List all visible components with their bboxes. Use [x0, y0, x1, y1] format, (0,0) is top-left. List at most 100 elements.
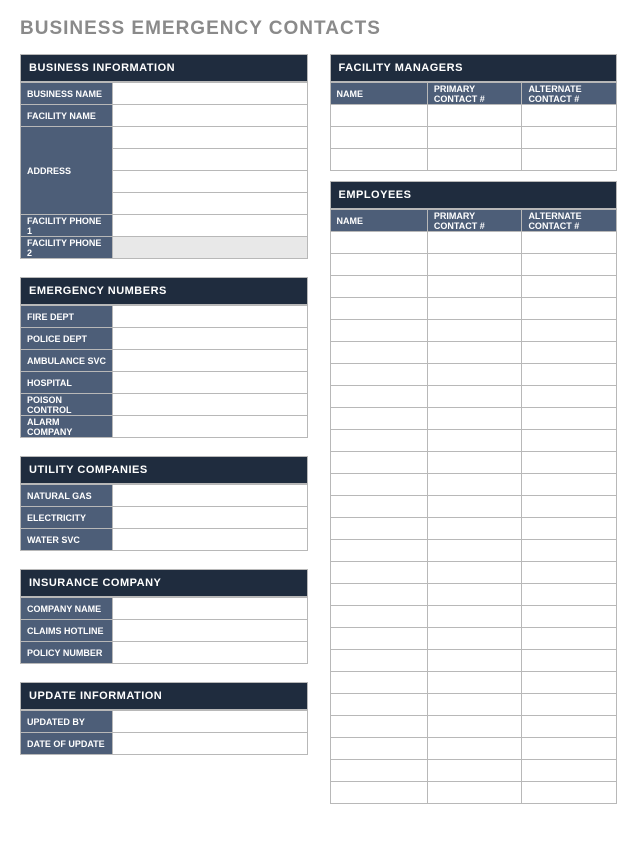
emergency-value[interactable] [113, 394, 308, 416]
employee-cell[interactable] [330, 672, 427, 694]
employee-cell[interactable] [522, 496, 617, 518]
utility-value[interactable] [113, 529, 308, 551]
employee-cell[interactable] [427, 408, 522, 430]
employee-cell[interactable] [427, 716, 522, 738]
emergency-value[interactable] [113, 328, 308, 350]
employee-cell[interactable] [330, 628, 427, 650]
employee-cell[interactable] [522, 276, 617, 298]
employee-cell[interactable] [427, 254, 522, 276]
insurance-value[interactable] [113, 620, 308, 642]
insurance-value[interactable] [113, 642, 308, 664]
employee-cell[interactable] [522, 408, 617, 430]
employee-cell[interactable] [330, 364, 427, 386]
employee-cell[interactable] [522, 232, 617, 254]
employee-cell[interactable] [427, 672, 522, 694]
employee-cell[interactable] [522, 738, 617, 760]
employee-cell[interactable] [522, 606, 617, 628]
employee-cell[interactable] [330, 276, 427, 298]
emergency-value[interactable] [113, 306, 308, 328]
employee-cell[interactable] [522, 518, 617, 540]
manager-cell[interactable] [427, 149, 522, 171]
employee-cell[interactable] [330, 408, 427, 430]
employee-cell[interactable] [330, 474, 427, 496]
employee-cell[interactable] [427, 540, 522, 562]
phone1-value[interactable] [113, 215, 308, 237]
employee-cell[interactable] [330, 782, 427, 804]
insurance-value[interactable] [113, 598, 308, 620]
employee-cell[interactable] [522, 342, 617, 364]
employee-cell[interactable] [330, 430, 427, 452]
manager-cell[interactable] [330, 105, 427, 127]
employee-cell[interactable] [330, 716, 427, 738]
manager-cell[interactable] [522, 127, 617, 149]
update-value[interactable] [113, 733, 308, 755]
employee-cell[interactable] [427, 496, 522, 518]
employee-cell[interactable] [427, 430, 522, 452]
business-name-value[interactable] [113, 83, 308, 105]
employee-cell[interactable] [522, 452, 617, 474]
employee-cell[interactable] [427, 342, 522, 364]
employee-cell[interactable] [522, 474, 617, 496]
employee-cell[interactable] [427, 518, 522, 540]
employee-cell[interactable] [427, 606, 522, 628]
employee-cell[interactable] [522, 364, 617, 386]
address-value-1[interactable] [113, 127, 308, 149]
employee-cell[interactable] [522, 628, 617, 650]
employee-cell[interactable] [330, 518, 427, 540]
employee-cell[interactable] [330, 254, 427, 276]
manager-cell[interactable] [522, 105, 617, 127]
emergency-value[interactable] [113, 350, 308, 372]
employee-cell[interactable] [330, 386, 427, 408]
employee-cell[interactable] [427, 562, 522, 584]
manager-cell[interactable] [427, 127, 522, 149]
update-value[interactable] [113, 711, 308, 733]
employee-cell[interactable] [427, 628, 522, 650]
emergency-value[interactable] [113, 372, 308, 394]
employee-cell[interactable] [522, 650, 617, 672]
employee-cell[interactable] [427, 298, 522, 320]
employee-cell[interactable] [427, 276, 522, 298]
employee-cell[interactable] [427, 694, 522, 716]
employee-cell[interactable] [427, 650, 522, 672]
employee-cell[interactable] [330, 232, 427, 254]
employee-cell[interactable] [330, 562, 427, 584]
employee-cell[interactable] [427, 584, 522, 606]
employee-cell[interactable] [330, 298, 427, 320]
address-value-3[interactable] [113, 171, 308, 193]
employee-cell[interactable] [427, 760, 522, 782]
employee-cell[interactable] [522, 760, 617, 782]
manager-cell[interactable] [522, 149, 617, 171]
employee-cell[interactable] [427, 232, 522, 254]
employee-cell[interactable] [522, 386, 617, 408]
employee-cell[interactable] [522, 254, 617, 276]
manager-cell[interactable] [427, 105, 522, 127]
employee-cell[interactable] [522, 782, 617, 804]
employee-cell[interactable] [522, 694, 617, 716]
employee-cell[interactable] [522, 540, 617, 562]
employee-cell[interactable] [330, 584, 427, 606]
phone2-value[interactable] [113, 237, 308, 259]
employee-cell[interactable] [330, 760, 427, 782]
utility-value[interactable] [113, 507, 308, 529]
employee-cell[interactable] [427, 474, 522, 496]
employee-cell[interactable] [427, 738, 522, 760]
employee-cell[interactable] [427, 386, 522, 408]
address-value-2[interactable] [113, 149, 308, 171]
manager-cell[interactable] [330, 149, 427, 171]
employee-cell[interactable] [522, 672, 617, 694]
facility-name-value[interactable] [113, 105, 308, 127]
employee-cell[interactable] [427, 782, 522, 804]
employee-cell[interactable] [522, 298, 617, 320]
manager-cell[interactable] [330, 127, 427, 149]
employee-cell[interactable] [330, 320, 427, 342]
employee-cell[interactable] [522, 320, 617, 342]
employee-cell[interactable] [522, 430, 617, 452]
employee-cell[interactable] [330, 694, 427, 716]
utility-value[interactable] [113, 485, 308, 507]
emergency-value[interactable] [113, 416, 308, 438]
employee-cell[interactable] [522, 584, 617, 606]
employee-cell[interactable] [427, 320, 522, 342]
employee-cell[interactable] [330, 650, 427, 672]
employee-cell[interactable] [330, 606, 427, 628]
employee-cell[interactable] [330, 540, 427, 562]
